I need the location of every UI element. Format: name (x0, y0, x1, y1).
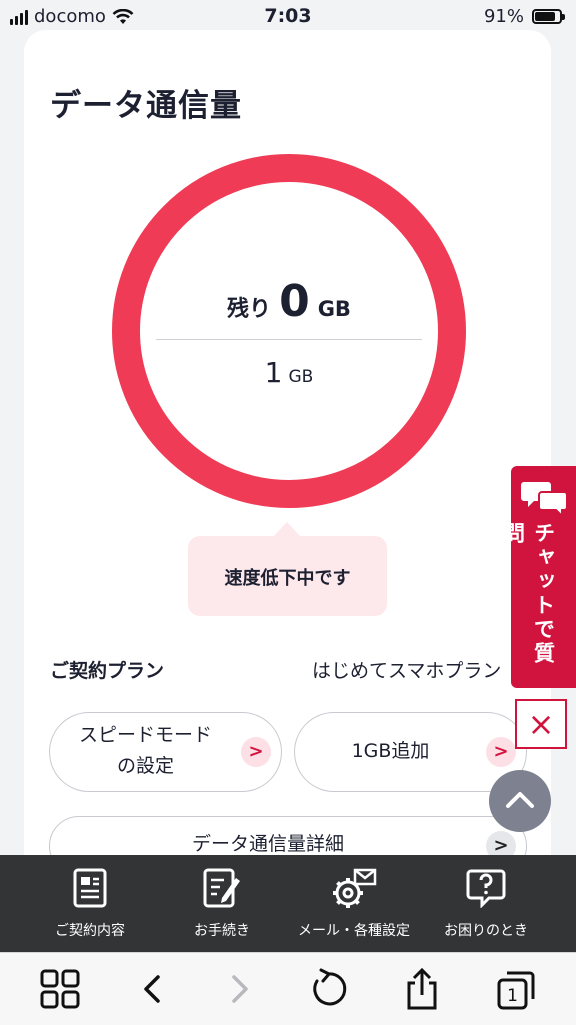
chat-close-button[interactable]: × (515, 699, 567, 749)
nav-contract-label: ご契約内容 (55, 923, 125, 939)
contract-plan-value: はじめてスマホプラン (312, 660, 502, 682)
tabs-icon[interactable]: 1 (494, 967, 538, 1011)
chat-bubbles-icon (521, 482, 568, 518)
speed-notice-text: 速度低下中です (224, 568, 351, 589)
add-1gb-label: 1GB追加 (351, 740, 430, 762)
nav-help-label: お困りのとき (444, 923, 528, 939)
usage-ring: 残り 0 GB 1 GB (112, 154, 466, 508)
help-bubble-icon (466, 869, 506, 908)
speed-mode-label-2: の設定 (116, 755, 174, 777)
scroll-top-button[interactable] (489, 770, 551, 832)
remaining-label: 残り (227, 297, 272, 322)
chat-question-tab[interactable]: チャットで質問 (501, 466, 576, 688)
nav-procedures[interactable]: お手続き (152, 855, 292, 952)
nav-mail-settings-label: メール・各種設定 (298, 923, 410, 939)
speed-notice: 速度低下中です (188, 522, 387, 616)
nav-procedures-label: お手続き (194, 923, 250, 939)
remaining-value: 0 (279, 276, 310, 327)
back-icon[interactable] (130, 967, 174, 1011)
bottom-nav: ご契約内容 お手続き メール・各種設定 お困りのとき (0, 855, 576, 952)
data-usage-card: データ通信量 残り 0 GB 1 GB 速度低下中です ご契約プラン はじめてスマホプ… (24, 30, 551, 930)
tabs-count: 1 (507, 986, 518, 1006)
browser-toolbar: 1 (0, 952, 576, 1025)
remaining-unit: GB (317, 297, 351, 321)
chevron-right-icon: > (486, 737, 516, 767)
page-title: データ通信量 (50, 88, 242, 124)
battery-percent: 91% (483, 6, 524, 27)
total-data: 1 GB (112, 356, 466, 389)
speed-mode-button[interactable]: スピードモード の設定 > (49, 712, 282, 792)
chat-question-label: チャットで質問 (501, 522, 556, 666)
status-bar: docomo 7:03 91% (0, 0, 576, 34)
speed-mode-label-1: スピードモード (78, 724, 212, 746)
share-icon[interactable] (400, 967, 444, 1011)
document-icon (73, 868, 107, 908)
grid-icon[interactable] (38, 967, 82, 1011)
battery-icon (532, 9, 565, 24)
form-edit-icon (203, 868, 240, 908)
reload-icon[interactable] (306, 967, 350, 1011)
chevron-up-icon (506, 792, 534, 808)
chevron-right-icon: > (241, 737, 271, 767)
contract-plan-label: ご契約プラン (50, 660, 165, 682)
forward-icon (232, 975, 248, 1003)
nav-help[interactable]: お困りのとき (416, 855, 556, 952)
total-value: 1 (264, 356, 283, 389)
ring-divider (156, 339, 422, 340)
gear-mail-icon (333, 868, 377, 908)
usage-ring-graphic (112, 154, 466, 508)
remaining-data: 残り 0 GB (112, 276, 466, 327)
total-unit: GB (288, 367, 314, 387)
status-right: 91% (483, 6, 565, 27)
nav-contract[interactable]: ご契約内容 (20, 855, 160, 952)
nav-mail-settings[interactable]: メール・各種設定 (284, 855, 424, 952)
